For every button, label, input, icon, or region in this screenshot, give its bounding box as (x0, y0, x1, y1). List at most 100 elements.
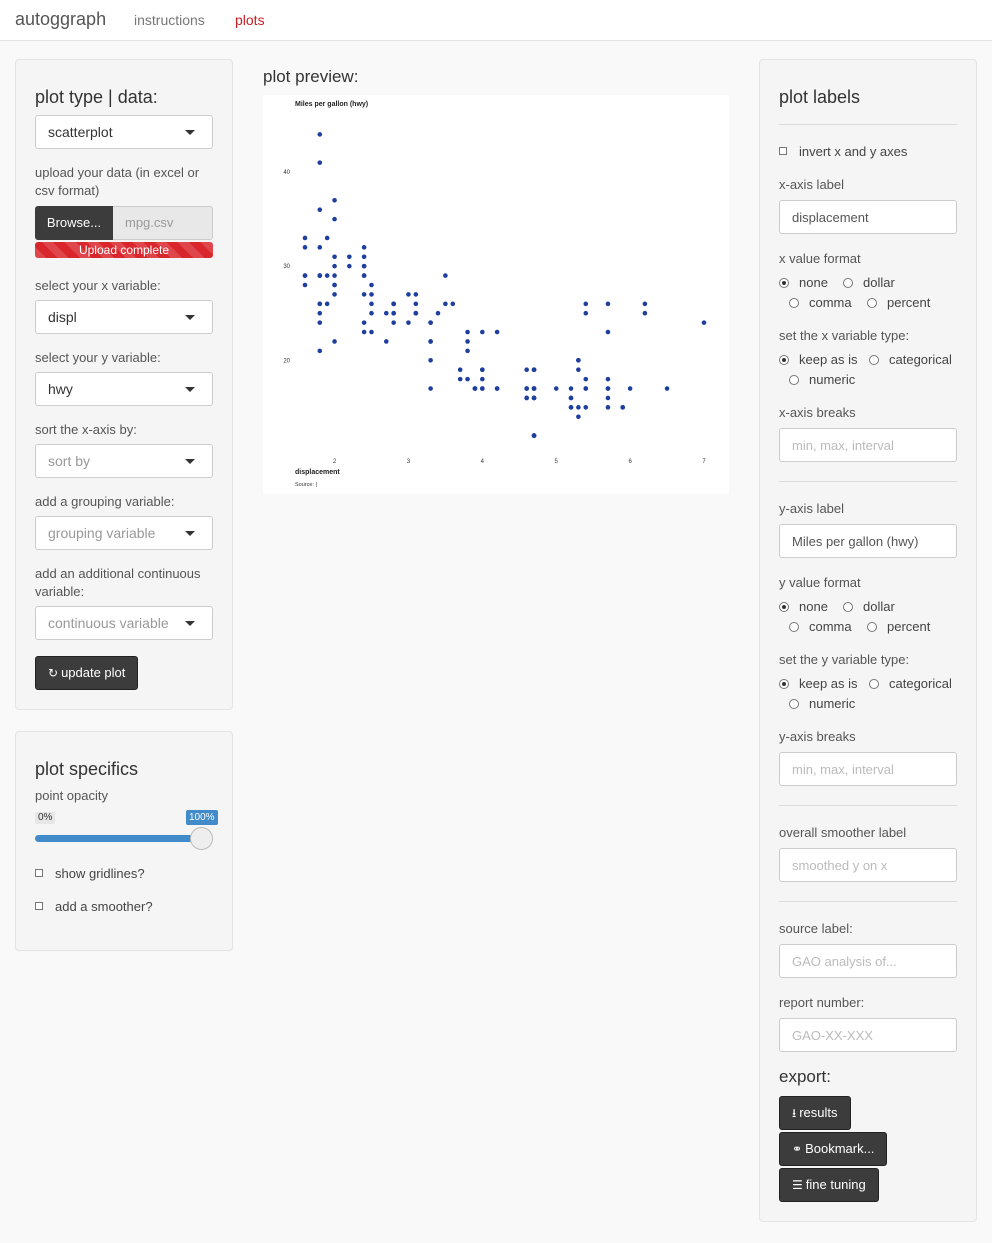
opacity-value-label: 100% (186, 810, 218, 825)
scatter-point (531, 433, 537, 438)
x-tick-label: 7 (702, 459, 706, 465)
x-tick-label: 2 (333, 459, 337, 465)
report-number-input[interactable] (779, 1018, 957, 1052)
smoother-label: add a smoother? (55, 899, 153, 914)
scatter-point (524, 395, 529, 401)
y-breaks-input[interactable] (779, 752, 957, 786)
scatter-point (391, 320, 396, 325)
app-brand[interactable]: autoggraph (15, 9, 106, 30)
x-tick-label: 3 (407, 459, 411, 465)
x-format-none-radio[interactable] (779, 278, 789, 288)
x-axis-label-input[interactable] (779, 200, 957, 234)
scatter-point (627, 386, 633, 391)
scatter-point (332, 216, 337, 222)
x-format-percent-label: percent (887, 295, 931, 310)
browse-button[interactable]: Browse... (35, 206, 113, 240)
scatter-point (361, 263, 367, 269)
scatter-point (332, 292, 337, 297)
x-breaks-label: x-axis breaks (779, 405, 856, 420)
opacity-slider-handle[interactable] (190, 827, 213, 850)
plot-specifics-title: plot specifics (35, 759, 139, 779)
y-breaks-label: y-axis breaks (779, 729, 856, 744)
scatter-point (531, 386, 537, 391)
divider (779, 481, 957, 482)
scatter-point (361, 292, 367, 297)
scatter-point (465, 348, 470, 354)
scatter-point (361, 320, 367, 325)
scatter-point (317, 273, 323, 278)
scatter-point (413, 301, 419, 307)
x-format-dollar-radio[interactable] (843, 278, 853, 288)
y-type-keep-radio[interactable] (779, 679, 789, 689)
y-type-categorical-radio[interactable] (869, 679, 879, 689)
divider (779, 124, 957, 125)
x-format-comma-radio[interactable] (789, 298, 799, 308)
y-type-numeric-radio[interactable] (789, 699, 799, 709)
scatter-point (347, 254, 352, 260)
navbar: autoggraph instructions plots (0, 0, 992, 41)
results-button-label: results (799, 1105, 838, 1120)
scatter-point (605, 301, 611, 307)
x-type-keep-label: keep as is (799, 352, 858, 367)
scatter-point (361, 245, 367, 250)
chevron-down-icon (185, 315, 195, 320)
scatter-point (583, 310, 589, 316)
scatter-point (302, 273, 308, 278)
scatter-point (406, 320, 411, 325)
nav-link-instructions[interactable]: instructions (134, 12, 205, 28)
scatter-point (465, 339, 470, 344)
x-variable-select[interactable]: displ (35, 300, 213, 334)
grouping-select[interactable]: grouping variable (35, 516, 213, 550)
y-format-comma-radio[interactable] (789, 622, 799, 632)
sliders-icon: ☰ (792, 1178, 803, 1192)
scatter-point (317, 245, 323, 250)
smoother-checkbox[interactable] (35, 902, 43, 910)
invert-axes-checkbox[interactable] (779, 147, 787, 155)
y-axis-label-input[interactable] (779, 524, 957, 558)
invert-axes-label: invert x and y axes (799, 144, 908, 159)
scatter-point (361, 273, 367, 278)
plot-labels-title: plot labels (779, 87, 861, 107)
link-icon: ⚭ (792, 1142, 803, 1156)
scatter-point (480, 367, 485, 373)
gridlines-checkbox[interactable] (35, 869, 43, 877)
scatter-point (664, 386, 670, 391)
x-type-label: set the x variable type: (779, 328, 910, 343)
y-format-label: y value format (779, 575, 861, 590)
divider (779, 805, 957, 806)
y-type-numeric-label: numeric (809, 696, 856, 711)
continuous-select[interactable]: continuous variable (35, 606, 213, 640)
y-format-percent-radio[interactable] (867, 622, 877, 632)
opacity-slider-track[interactable] (35, 835, 203, 842)
y-format-dollar-radio[interactable] (843, 602, 853, 612)
chart-title: Miles per gallon (hwy) (295, 101, 368, 108)
x-type-categorical-radio[interactable] (869, 355, 879, 365)
refresh-icon: ↻ (48, 666, 59, 680)
results-download-button[interactable]: ⭳ results (779, 1096, 851, 1130)
x-type-keep-radio[interactable] (779, 355, 789, 365)
y-format-none-radio[interactable] (779, 602, 789, 612)
sort-select[interactable]: sort by (35, 444, 213, 478)
bookmark-button[interactable]: ⚭ Bookmark... (779, 1132, 888, 1166)
smoother-label-input[interactable] (779, 848, 957, 882)
x-type-numeric-radio[interactable] (789, 375, 799, 385)
y-tick-label: 30 (283, 264, 290, 270)
scatter-point (369, 301, 374, 307)
scatter-point (568, 405, 574, 410)
fine-tuning-button[interactable]: ☰ fine tuning (779, 1168, 879, 1202)
source-label-caption: source label: (779, 921, 853, 936)
y-variable-select[interactable]: hwy (35, 372, 213, 406)
x-breaks-input[interactable] (779, 428, 957, 462)
y-type-keep-label: keep as is (799, 676, 858, 691)
scatter-point (317, 132, 323, 137)
nav-link-plots[interactable]: plots (235, 12, 265, 28)
file-name-field[interactable]: mpg.csv (113, 206, 213, 240)
y-format-dollar-label: dollar (863, 599, 895, 614)
x-type-categorical-label: categorical (889, 352, 952, 367)
source-label-input[interactable] (779, 944, 957, 978)
plot-type-select[interactable]: scatterplot (35, 115, 213, 149)
x-format-percent-radio[interactable] (867, 298, 877, 308)
update-plot-button[interactable]: ↻ update plot (35, 656, 139, 690)
chart-source-label: Source: | (295, 482, 317, 488)
x-variable-label: select your x variable: (35, 278, 161, 293)
